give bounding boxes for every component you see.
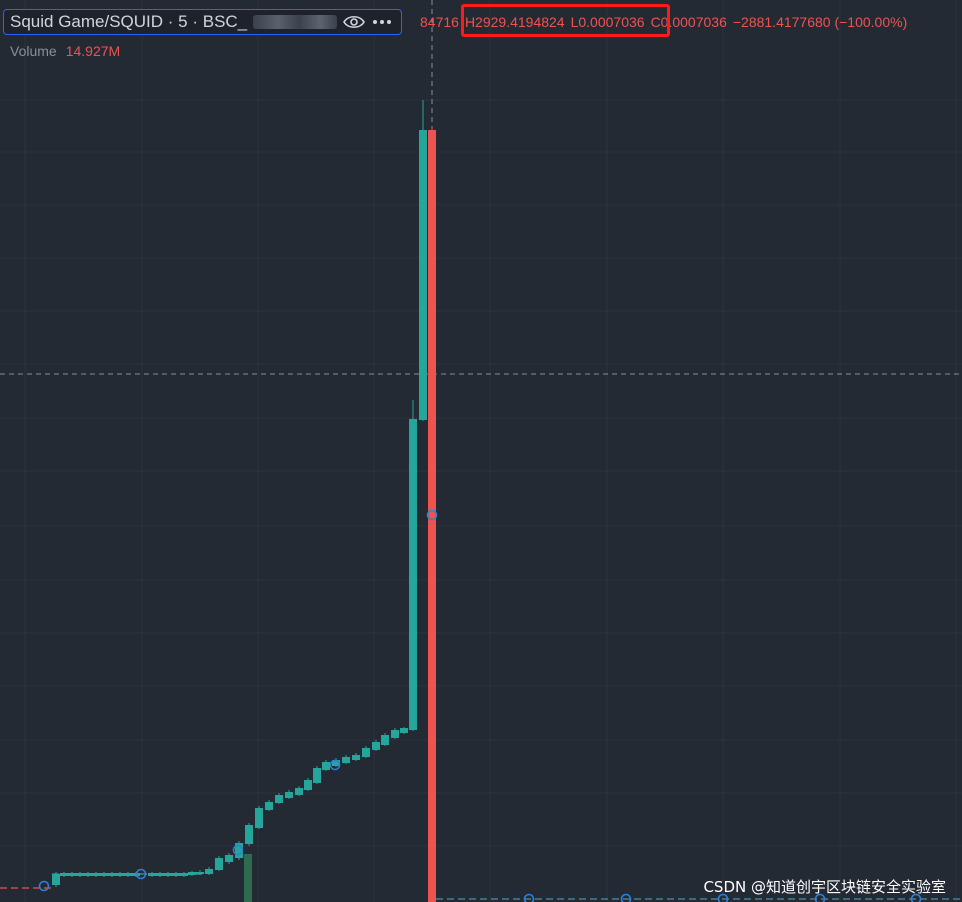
candle: [180, 873, 188, 876]
candles: [52, 100, 436, 902]
trade-marker: [38, 880, 50, 892]
candle: [275, 795, 283, 803]
candle: [100, 873, 108, 876]
candle: [419, 130, 427, 420]
candle: [68, 873, 76, 876]
candle: [84, 873, 92, 876]
candle: [60, 873, 68, 876]
ohlc-values: 84716 H2929.4194824 L0.0007036 C0.000703…: [420, 4, 908, 37]
symbol-title[interactable]: Squid Game/SQUID · 5 · BSC_: [10, 12, 247, 32]
open-value: 84716: [420, 14, 459, 30]
candle: [148, 873, 156, 876]
candle: [372, 742, 380, 750]
candle: [304, 780, 312, 790]
candle: [265, 802, 273, 810]
volume-legend: Volume 14.927M: [10, 43, 120, 59]
candle: [313, 768, 321, 783]
eye-icon[interactable]: [343, 14, 366, 30]
trade-marker: [620, 893, 632, 902]
symbol-legend[interactable]: Squid Game/SQUID · 5 · BSC_: [3, 9, 403, 35]
candle: [205, 869, 213, 874]
candle: [215, 858, 223, 870]
candle: [285, 792, 293, 798]
candle: [225, 855, 233, 862]
volume-value: 14.927M: [65, 43, 121, 59]
watermark: CSDN @知道创宇区块链安全实验室: [703, 878, 946, 896]
candle: [428, 130, 436, 902]
candle: [76, 873, 84, 876]
trade-marker: [523, 893, 535, 902]
volume-bar: [244, 854, 252, 902]
candle: [156, 873, 164, 876]
candle: [391, 730, 399, 738]
candle: [196, 872, 204, 874]
chart-grid: [0, 0, 962, 902]
candle: [92, 873, 100, 876]
candle: [295, 788, 303, 795]
more-horizontal-icon[interactable]: [371, 14, 393, 30]
candle: [188, 872, 196, 875]
candle: [362, 748, 370, 757]
candle: [245, 825, 253, 844]
candle: [172, 873, 180, 876]
candle: [352, 755, 360, 760]
candle: [255, 808, 263, 828]
crosshair: [0, 0, 962, 902]
candle: [124, 873, 132, 876]
candle: [342, 757, 350, 763]
volume-bars: [244, 854, 252, 902]
candle: [381, 735, 389, 745]
trade-markers: [38, 509, 922, 902]
candlestick-chart[interactable]: [0, 0, 962, 902]
redacted-address: [253, 15, 338, 29]
volume-label: Volume: [10, 43, 57, 59]
change-value: −2881.4177680 (−100.00%): [732, 14, 908, 30]
candle: [108, 873, 116, 876]
candle: [52, 874, 60, 885]
candle: [409, 419, 417, 730]
candle: [164, 873, 172, 876]
candle: [400, 728, 408, 733]
highlight-box: [461, 4, 670, 37]
candle: [116, 873, 124, 876]
candle: [322, 762, 330, 770]
